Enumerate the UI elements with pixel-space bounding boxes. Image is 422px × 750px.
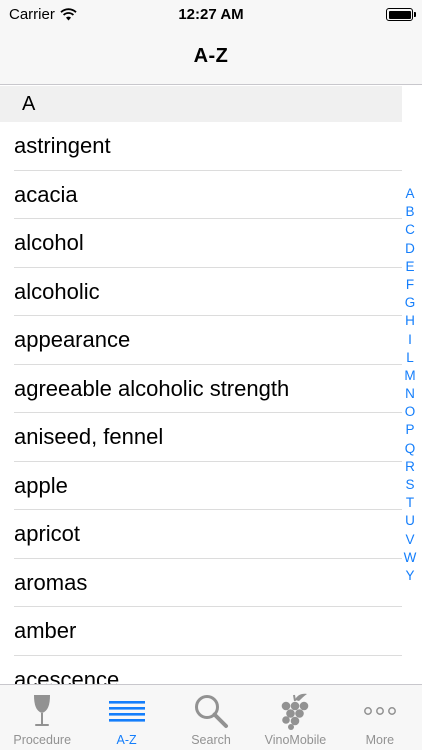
index-letter-t[interactable]: T: [406, 494, 414, 512]
list-item[interactable]: acescence: [0, 656, 422, 684]
term-list[interactable]: A astringent acacia alcohol alcoholic appear…: [0, 86, 422, 684]
list-item[interactable]: agreeable alcoholic strength: [0, 365, 422, 414]
index-letter-b[interactable]: B: [405, 203, 414, 221]
navigation-bar: A-Z: [0, 28, 422, 85]
list-item[interactable]: alcoholic: [0, 268, 422, 317]
index-letter-i[interactable]: I: [408, 331, 412, 349]
tab-label: Procedure: [13, 733, 72, 747]
section-header: A: [0, 86, 402, 122]
index-letter-h[interactable]: H: [405, 312, 415, 330]
tab-procedure[interactable]: Procedure: [0, 685, 84, 750]
list-item-label: acacia: [14, 181, 78, 207]
list-item[interactable]: amber: [0, 607, 422, 656]
index-letter-v[interactable]: V: [405, 531, 414, 549]
index-letter-s[interactable]: S: [405, 476, 414, 494]
list-item-label: alcohol: [14, 230, 84, 256]
index-letter-e[interactable]: E: [405, 258, 414, 276]
index-letter-o[interactable]: O: [405, 403, 416, 421]
status-bar: Carrier 12:27 AM: [0, 0, 422, 28]
section-header-label: A: [22, 92, 36, 115]
list-item[interactable]: apple: [0, 462, 422, 511]
index-letter-p[interactable]: P: [405, 421, 414, 439]
index-letter-c[interactable]: C: [405, 221, 415, 239]
battery-icon: [386, 8, 416, 21]
magnifier-icon: [193, 691, 229, 731]
list-item-label: aromas: [14, 569, 88, 595]
status-time: 12:27 AM: [178, 6, 244, 23]
grapes-icon: [277, 691, 313, 731]
index-letter-d[interactable]: D: [405, 240, 415, 258]
index-letter-n[interactable]: N: [405, 385, 415, 403]
list-item-label: amber: [14, 618, 77, 644]
page-title: A-Z: [193, 44, 229, 67]
list-item-label: astringent: [14, 133, 111, 159]
index-letter-m[interactable]: M: [404, 367, 415, 385]
list-item[interactable]: aromas: [0, 559, 422, 608]
tab-search[interactable]: Search: [169, 685, 253, 750]
tab-more[interactable]: More: [338, 685, 422, 750]
wine-glass-icon: [29, 691, 55, 731]
index-letter-r[interactable]: R: [405, 458, 415, 476]
list-item-label: appearance: [14, 327, 131, 353]
index-letter-q[interactable]: Q: [405, 440, 416, 458]
tab-label: A-Z: [116, 733, 137, 747]
index-letter-w[interactable]: W: [404, 549, 417, 567]
tab-a-z[interactable]: A-Z: [84, 685, 168, 750]
more-dots-icon: [363, 691, 397, 731]
list-item-label: apricot: [14, 521, 81, 547]
tab-vinomobile[interactable]: VinoMobile: [253, 685, 337, 750]
list-item[interactable]: alcohol: [0, 219, 422, 268]
list-item[interactable]: astringent: [0, 122, 422, 171]
list-item-label: apple: [14, 472, 68, 498]
list-item[interactable]: appearance: [0, 316, 422, 365]
list-lines-icon: [108, 691, 145, 731]
tab-bar: Procedure A-Z Search VinoMobile More: [0, 684, 422, 750]
index-letter-u[interactable]: U: [405, 512, 415, 530]
list-item[interactable]: acacia: [0, 171, 422, 220]
alphabet-index[interactable]: ABCDEFGHILMNOPQRSTUVWY: [401, 185, 419, 585]
list-item[interactable]: aniseed, fennel: [0, 413, 422, 462]
list-item-label: acescence: [14, 666, 120, 684]
index-letter-l[interactable]: L: [406, 349, 414, 367]
tab-label: VinoMobile: [264, 733, 327, 747]
index-letter-f[interactable]: F: [406, 276, 414, 294]
list-item[interactable]: apricot: [0, 510, 422, 559]
tab-label: More: [365, 733, 395, 747]
list-item-label: alcoholic: [14, 278, 100, 304]
tab-label: Search: [191, 733, 231, 747]
index-letter-y[interactable]: Y: [405, 567, 414, 585]
index-letter-g[interactable]: G: [405, 294, 416, 312]
index-letter-a[interactable]: A: [405, 185, 414, 203]
list-item-label: agreeable alcoholic strength: [14, 375, 290, 401]
list-item-label: aniseed, fennel: [14, 424, 164, 450]
